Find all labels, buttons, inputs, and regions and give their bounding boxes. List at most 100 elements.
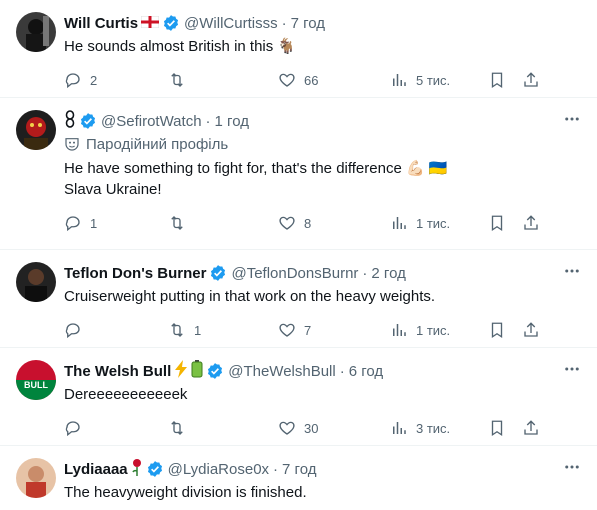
analytics-icon (393, 74, 406, 86)
separator-dot: · (281, 14, 287, 32)
retweet-icon (171, 421, 183, 435)
like-count: 30 (304, 420, 319, 436)
analytics-icon (393, 217, 406, 229)
battery-icon (191, 360, 203, 382)
more-options-icon[interactable] (563, 110, 581, 133)
display-name[interactable]: Will Curtis (64, 15, 138, 32)
like-button[interactable]: 8 (278, 214, 390, 232)
tweet[interactable]: @SefirotWatch · 1 год Пародійний профіль… (0, 98, 597, 250)
analytics-icon (393, 324, 406, 336)
tweet[interactable]: Lydiaaaa @LydiaRose0x · 7 год The heavyw… (0, 446, 597, 510)
retweet-button[interactable] (168, 71, 278, 89)
share-icon (524, 72, 538, 87)
tweet[interactable]: BULL The Welsh Bull @TheWelshBull · 6 го… (0, 348, 597, 446)
views-button[interactable]: 1 тис. (390, 214, 488, 232)
handle[interactable]: @WillCurtisss (184, 15, 278, 32)
lightning-icon (174, 360, 188, 382)
display-name[interactable]: The Welsh Bull (64, 363, 171, 380)
handle[interactable]: @SefirotWatch (101, 113, 202, 130)
tweet-text: Dereeeeeeeeeeek (64, 386, 188, 403)
reply-button[interactable] (64, 419, 168, 437)
like-button[interactable]: 66 (278, 71, 390, 89)
verified-badge-icon (206, 362, 224, 380)
handle[interactable]: @TeflonDonsBurnr (231, 265, 358, 282)
retweet-button[interactable] (168, 419, 278, 437)
retweet-count: 1 (194, 322, 202, 338)
avatar[interactable] (16, 110, 56, 150)
heart-icon (279, 73, 295, 87)
separator-dot: · (339, 362, 345, 380)
retweet-icon (171, 73, 183, 87)
reply-count: 2 (90, 72, 98, 88)
reply-icon (65, 421, 80, 437)
handle[interactable]: @TheWelshBull (228, 363, 336, 380)
verified-badge-icon (79, 112, 97, 130)
tweet-text: The heavyweight division is finished. (64, 484, 307, 501)
reply-icon (65, 323, 80, 339)
bookmark-icon (491, 72, 503, 89)
like-count: 66 (304, 72, 319, 88)
parody-text: Пародійний профіль (86, 135, 229, 153)
separator-dot: · (205, 112, 211, 130)
action-bar: 2 66 5 тис. (64, 61, 581, 99)
display-name[interactable]: Lydiaaaa (64, 461, 128, 478)
timestamp[interactable]: 6 год (349, 363, 383, 380)
share-button[interactable] (522, 71, 540, 89)
analytics-icon (393, 422, 406, 434)
tweet-text: He sounds almost British in this 🐐 (64, 38, 297, 55)
views-button[interactable]: 3 тис. (390, 419, 488, 437)
like-button[interactable]: 30 (278, 419, 390, 437)
display-name[interactable]: Teflon Don's Burner (64, 265, 206, 282)
view-count: 1 тис. (416, 215, 451, 231)
retweet-button[interactable] (168, 214, 278, 232)
timestamp[interactable]: 7 год (291, 15, 325, 32)
avatar[interactable] (16, 458, 56, 498)
view-count: 1 тис. (416, 322, 451, 338)
like-count: 8 (304, 215, 312, 231)
avatar[interactable] (16, 12, 56, 52)
bookmark-button[interactable] (488, 419, 506, 437)
heart-icon (279, 323, 295, 337)
like-button[interactable]: 7 (278, 321, 390, 339)
retweet-icon (171, 216, 183, 230)
rose-icon (131, 458, 143, 480)
more-options-icon[interactable] (563, 262, 581, 285)
bookmark-button[interactable] (488, 214, 506, 232)
reply-count: 1 (90, 215, 98, 231)
timestamp[interactable]: 2 год (371, 265, 405, 282)
share-button[interactable] (522, 321, 540, 339)
action-bar: 1 8 1 тис. (64, 204, 581, 242)
reply-button[interactable]: 2 (64, 71, 168, 89)
view-count: 3 тис. (416, 420, 451, 436)
handle[interactable]: @LydiaRose0x (168, 461, 269, 478)
tweet[interactable]: Will Curtis @WillCurtisss · 7 год He sou… (0, 0, 597, 98)
share-button[interactable] (522, 419, 540, 437)
more-options-icon[interactable] (563, 360, 581, 383)
timestamp[interactable]: 1 год (215, 113, 249, 130)
reply-button[interactable] (64, 321, 168, 339)
reply-icon (65, 216, 80, 232)
bookmark-icon (491, 322, 503, 339)
parody-label: Пародійний профіль (64, 133, 581, 155)
mask-icon (65, 138, 79, 151)
bookmark-icon (491, 215, 503, 232)
chain-symbol-icon (64, 110, 76, 132)
views-button[interactable]: 5 тис. (390, 71, 488, 89)
bookmark-button[interactable] (488, 71, 506, 89)
views-button[interactable]: 1 тис. (390, 321, 488, 339)
retweet-button[interactable]: 1 (168, 321, 278, 339)
verified-badge-icon (209, 264, 227, 282)
tweet[interactable]: Teflon Don's Burner @TeflonDonsBurnr · 2… (0, 250, 597, 348)
timestamp[interactable]: 7 год (282, 461, 316, 478)
bookmark-button[interactable] (488, 321, 506, 339)
retweet-icon (171, 323, 183, 337)
reply-button[interactable]: 1 (64, 214, 168, 232)
reply-feed: Will Curtis @WillCurtisss · 7 год He sou… (0, 0, 597, 510)
england-flag-icon (140, 15, 160, 32)
share-button[interactable] (522, 214, 540, 232)
avatar[interactable] (16, 262, 56, 302)
more-options-icon[interactable] (563, 458, 581, 481)
heart-icon (279, 421, 295, 435)
avatar[interactable]: BULL (16, 360, 56, 400)
reply-icon (65, 73, 80, 89)
